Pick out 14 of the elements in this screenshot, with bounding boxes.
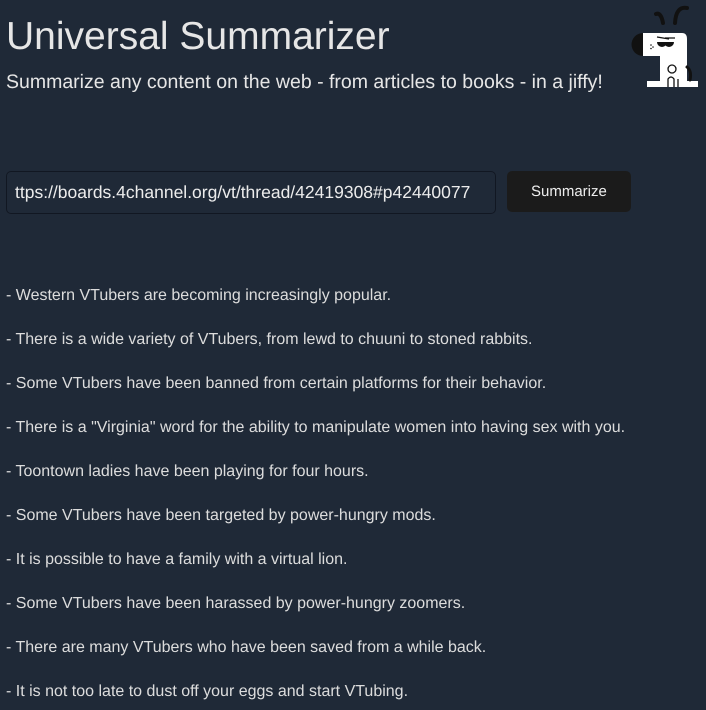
summarize-button[interactable]: Summarize (507, 171, 631, 212)
summary-point: - There is a wide variety of VTubers, from lewd to chuuni to stoned rabbits. (6, 330, 534, 349)
page-title: Universal Summarizer (6, 15, 391, 59)
summary-point: - Some VTubers have been targeted by power-hungry mods. (6, 506, 437, 525)
summary-point: - There are many VTubers who have been saved from a while back. (6, 638, 488, 657)
summary-point: - Some VTubers have been banned from certain platforms for their behavior. (6, 374, 548, 393)
summary-point: - It is possible to have a family with a virtual lion. (6, 550, 348, 569)
summary-point: - Western VTubers are becoming increasingly popular. (6, 286, 392, 305)
summary-point: - There is a "Virginia" word for the ability to manipulate women into having sex with you. (6, 418, 626, 437)
summary-point: - Some VTubers have been harassed by power-hungry zoomers. (6, 594, 466, 613)
summary-point: - It is not too late to dust off your eggs and start VTubing. (6, 682, 410, 701)
summary-point: - Toontown ladies have been playing for four hours. (6, 462, 370, 481)
page-subtitle: Summarize any content on the web - from articles to books - in a jiffy! (6, 71, 603, 93)
url-input-field[interactable]: ttps://boards.4channel.org/vt/thread/42419308#p42440077 (6, 171, 496, 214)
